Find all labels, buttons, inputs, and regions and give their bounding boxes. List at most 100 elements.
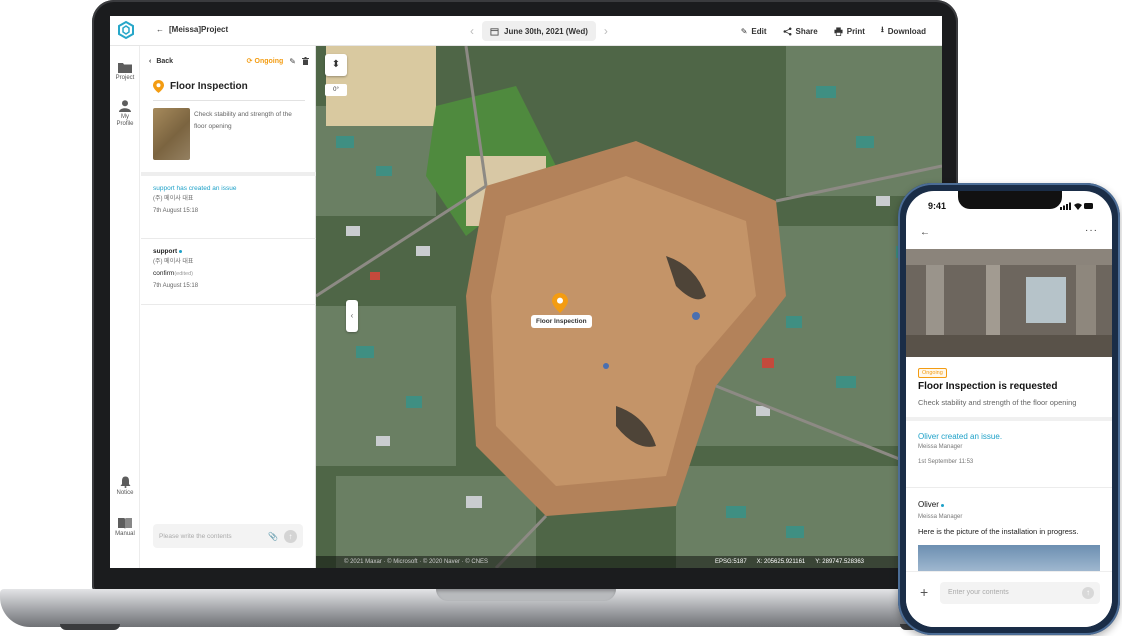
nav-item-my-profile[interactable]: My Profile: [110, 100, 140, 128]
status-badge[interactable]: ⟳ Ongoing: [246, 57, 284, 66]
book-icon: [118, 518, 132, 529]
mobile-app: 9:41 ← ··· Ongoing Floor Inspection is r…: [906, 191, 1112, 627]
issue-title-text: Floor Inspection: [170, 81, 248, 92]
send-button[interactable]: ↑: [284, 529, 297, 543]
share-button[interactable]: Share: [783, 24, 818, 38]
paperclip-icon[interactable]: 📎: [268, 532, 278, 541]
coordinate-readout: EPSG:5187 X: 205625.921161 Y: 289747.528…: [715, 559, 864, 565]
activity-divider: [906, 487, 1112, 488]
issue-marker-icon[interactable]: [552, 293, 568, 313]
bell-icon: [120, 476, 130, 488]
meissa-logo-icon[interactable]: [114, 19, 138, 43]
nav-item-project[interactable]: Project: [110, 62, 140, 82]
comment-item: Oliver Meissa Manager Here is the pictur…: [918, 499, 1079, 537]
date-picker-button[interactable]: June 30th, 2021 (Wed): [482, 21, 596, 41]
comment-company: (주) 메이사 대표: [153, 259, 194, 265]
content-input[interactable]: Enter your contents ↑: [940, 582, 1100, 604]
mobile-input-bar: + Enter your contents ↑: [906, 571, 1112, 627]
date-navigator: ‹ June 30th, 2021 (Wed) ›: [470, 21, 608, 41]
activity-item: Oliver created an issue. Meissa Manager …: [918, 431, 1002, 468]
rotation-readout: 0°: [325, 84, 347, 96]
desktop-app: ← [Meissa]Project ‹ June 30th, 2021 (Wed…: [110, 16, 942, 568]
left-navigation: Project My Profile Notice Manual: [110, 46, 140, 568]
download-button[interactable]: ⭳ Download: [881, 24, 926, 38]
activity-headline: Oliver created an issue.: [918, 432, 1003, 441]
panel-header: ‹ Back ⟳ Ongoing ✎: [149, 54, 309, 68]
issue-description: Check stability and strength of the floo…: [918, 398, 1077, 407]
trash-icon[interactable]: [302, 57, 309, 65]
activity-item: support has created an issue (주) 메이사 대표 …: [153, 184, 308, 216]
location-pin-icon: [153, 80, 164, 93]
back-button[interactable]: ‹ Back: [149, 58, 173, 65]
nav-label-manual: Manual: [115, 531, 135, 537]
folder-icon: [118, 63, 132, 73]
arrow-left-icon[interactable]: ←: [920, 227, 930, 238]
status-label: Ongoing: [254, 57, 284, 65]
mobile-header: ← ···: [906, 223, 1112, 245]
send-button[interactable]: ↑: [1082, 587, 1094, 599]
pencil-icon: ✎: [740, 26, 748, 36]
x-coordinate: X: 205625.921161: [756, 559, 806, 565]
activity-time: 1st September 11:53: [918, 459, 974, 465]
profile-icon: [119, 100, 131, 112]
issue-title: Floor Inspection is requested: [918, 381, 1058, 392]
panel-collapse-button[interactable]: ‹: [346, 300, 358, 332]
print-label: Print: [846, 26, 865, 36]
compass-icon: ⬍: [331, 59, 341, 70]
title-divider: [153, 100, 305, 101]
project-title: [Meissa]Project: [169, 25, 229, 34]
status-bar-icons: [1060, 202, 1093, 210]
issue-thumbnail[interactable]: [153, 108, 190, 160]
edit-label: Edit: [751, 26, 767, 36]
calendar-icon: [490, 27, 499, 36]
issue-detail-panel: ‹ Back ⟳ Ongoing ✎ Floor Inspection Chec…: [141, 46, 316, 568]
activity-divider: [141, 238, 316, 239]
panel-header-actions: ⟳ Ongoing ✎: [247, 57, 309, 66]
pencil-icon[interactable]: ✎: [289, 57, 296, 66]
comment-time: 7th August 15:18: [153, 283, 199, 289]
online-dot: [179, 249, 183, 253]
chevron-left-icon: ‹: [149, 57, 152, 65]
aerial-map-image: [316, 46, 942, 568]
activity-company: (주) 메이사 대표: [153, 196, 194, 202]
app-topbar: ← [Meissa]Project ‹ June 30th, 2021 (Wed…: [110, 16, 942, 46]
plus-icon[interactable]: +: [920, 584, 928, 600]
nav-item-manual[interactable]: Manual: [110, 518, 140, 538]
sync-icon: ⟳: [246, 58, 253, 65]
nav-item-notice[interactable]: Notice: [110, 476, 140, 497]
comment-text: confirm: [153, 270, 175, 277]
epsg-label: EPSG:5187: [714, 559, 747, 565]
nav-label-notice: Notice: [116, 490, 134, 496]
edit-button[interactable]: ✎ Edit: [741, 24, 767, 38]
print-button[interactable]: Print: [834, 24, 865, 38]
activity-headline: support has created an issue: [153, 185, 237, 192]
online-dot: [940, 503, 944, 507]
comment-meta: Meissa Manager: [918, 514, 963, 520]
issue-photo[interactable]: [906, 249, 1112, 357]
share-icon: [783, 27, 791, 35]
chevron-left-icon[interactable]: ‹: [470, 24, 474, 38]
status-badge: Ongoing: [918, 368, 947, 378]
chevron-right-icon[interactable]: ›: [604, 24, 608, 38]
arrow-left-icon: ←: [156, 25, 164, 34]
date-label: June 30th, 2021 (Wed): [504, 26, 588, 36]
marker-label[interactable]: Floor Inspection: [531, 315, 592, 328]
project-back-link[interactable]: ← [Meissa]Project: [156, 25, 228, 34]
comment-attachment-image[interactable]: [918, 545, 1100, 571]
map-copyright: © 2021 Maxar · © Microsoft · © 2020 Nave…: [344, 559, 489, 565]
comment-edited: (edited): [174, 271, 193, 277]
map-viewer[interactable]: ⬍ 0° ‹ Floor Inspection © 2021 Maxar · ©…: [316, 46, 942, 568]
more-icon[interactable]: ···: [1085, 225, 1098, 236]
chevron-left-icon: ‹: [350, 311, 354, 320]
activity-meta: Meissa Manager: [918, 444, 963, 450]
comment-author: support: [153, 248, 178, 255]
input-placeholder: Enter your contents: [948, 589, 1009, 596]
comment-placeholder: Please write the contents: [159, 532, 232, 540]
comment-text: Here is the picture of the installation …: [918, 527, 1079, 536]
compass-button[interactable]: ⬍: [325, 54, 347, 76]
laptop-notch: [436, 589, 616, 601]
share-label: Share: [795, 26, 818, 36]
y-coordinate: Y: 289747.528363: [815, 559, 864, 565]
comment-input[interactable]: Please write the contents 📎 ↑: [153, 524, 303, 548]
section-divider: [906, 417, 1112, 421]
